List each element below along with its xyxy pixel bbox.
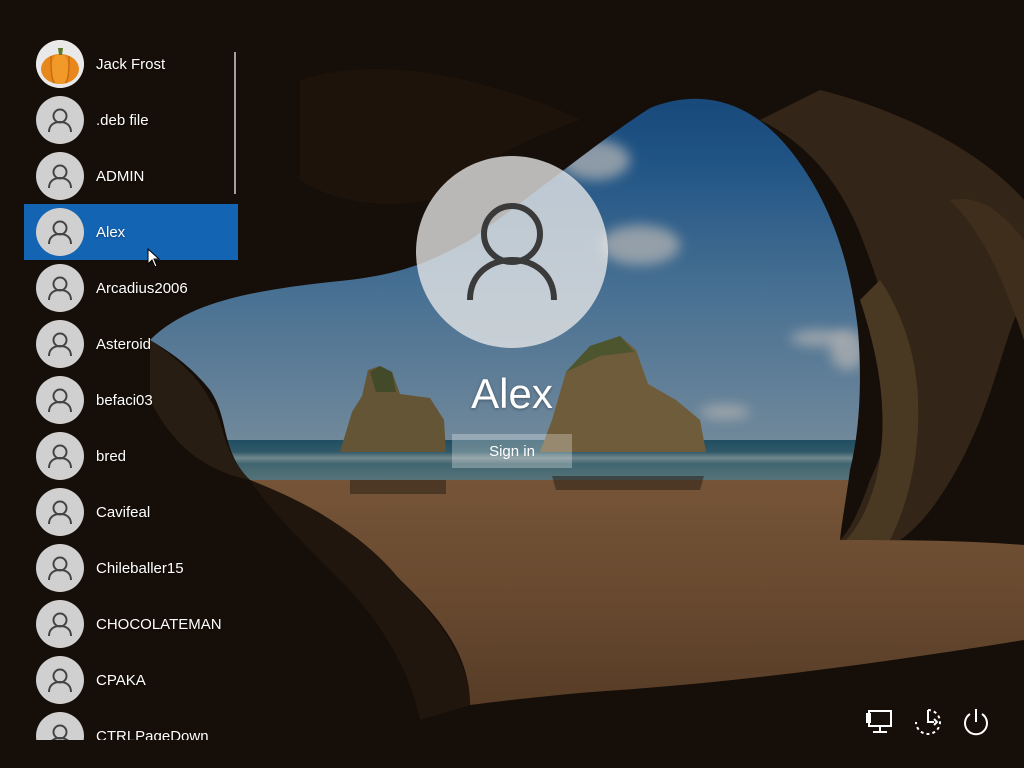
user-name: CTRLPageDown bbox=[96, 727, 209, 741]
default-user-icon bbox=[48, 556, 72, 581]
default-user-icon bbox=[48, 276, 72, 301]
default-user-icon bbox=[48, 108, 72, 133]
user-avatar bbox=[36, 40, 84, 88]
default-user-icon bbox=[51, 724, 69, 740]
network-icon bbox=[866, 710, 892, 733]
default-user-icon bbox=[48, 668, 72, 693]
user-item[interactable]: CHOCOLATEMAN bbox=[24, 596, 238, 652]
user-avatar bbox=[36, 264, 84, 312]
user-avatar bbox=[36, 656, 84, 704]
mouse-pointer-icon bbox=[147, 248, 161, 268]
default-user-icon bbox=[48, 612, 72, 637]
user-list-scrollbar[interactable] bbox=[234, 52, 236, 194]
selected-user-name: Alex bbox=[471, 370, 553, 417]
user-avatar bbox=[36, 712, 84, 740]
selected-user-avatar bbox=[416, 156, 608, 348]
default-user-icon bbox=[48, 220, 72, 245]
user-name: befaci03 bbox=[96, 391, 153, 409]
user-item[interactable]: Asteroid bbox=[24, 316, 238, 372]
user-item[interactable]: ADMIN bbox=[24, 148, 238, 204]
network-button[interactable] bbox=[862, 704, 898, 740]
user-name: .deb file bbox=[96, 111, 149, 129]
user-name: Chileballer15 bbox=[96, 559, 184, 577]
user-item[interactable]: Arcadius2006 bbox=[24, 260, 238, 316]
pumpkin-picture bbox=[36, 40, 84, 88]
user-avatar bbox=[36, 544, 84, 592]
user-name: Jack Frost bbox=[96, 55, 166, 73]
default-user-icon bbox=[48, 500, 72, 525]
user-item[interactable]: bred bbox=[24, 428, 238, 484]
user-item[interactable]: .deb file bbox=[24, 92, 238, 148]
sign-in-button[interactable]: Sign in bbox=[452, 434, 572, 468]
user-name: Asteroid bbox=[96, 335, 152, 353]
default-user-icon bbox=[48, 444, 72, 469]
user-item[interactable]: Alex bbox=[24, 204, 238, 260]
user-name: Alex bbox=[96, 223, 126, 241]
default-user-icon bbox=[48, 388, 72, 413]
user-name: CHOCOLATEMAN bbox=[96, 615, 222, 633]
user-item[interactable]: Cavifeal bbox=[24, 484, 238, 540]
user-name: CPAKA bbox=[96, 671, 146, 689]
user-avatar bbox=[36, 96, 84, 144]
user-avatar bbox=[36, 600, 84, 648]
user-avatar bbox=[36, 432, 84, 480]
user-name: Cavifeal bbox=[96, 503, 151, 521]
user-name: ADMIN bbox=[96, 167, 145, 185]
user-item[interactable]: Jack Frost bbox=[24, 36, 238, 92]
user-avatar bbox=[36, 488, 84, 536]
ease-of-access-icon bbox=[915, 709, 941, 735]
power-button[interactable] bbox=[958, 704, 994, 740]
user-item[interactable]: befaci03 bbox=[24, 372, 238, 428]
user-avatar bbox=[36, 152, 84, 200]
ease-of-access-button[interactable] bbox=[910, 704, 946, 740]
default-user-icon bbox=[48, 164, 72, 189]
default-user-icon bbox=[467, 203, 557, 301]
power-icon bbox=[964, 709, 988, 736]
user-avatar bbox=[36, 208, 84, 256]
user-avatar bbox=[36, 320, 84, 368]
default-user-icon bbox=[48, 332, 72, 357]
user-name: bred bbox=[96, 447, 127, 465]
user-item[interactable]: CPAKA bbox=[24, 652, 238, 708]
user-item[interactable]: Chileballer15 bbox=[24, 540, 238, 596]
user-avatar bbox=[36, 376, 84, 424]
user-list: Jack Frost .deb file ADMIN Alex Arcadius2006… bbox=[24, 36, 238, 740]
user-item[interactable]: CTRLPageDown bbox=[24, 708, 238, 740]
user-name: Arcadius2006 bbox=[96, 279, 188, 297]
